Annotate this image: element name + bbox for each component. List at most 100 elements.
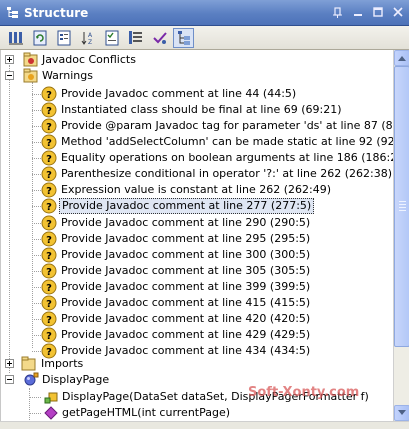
warning-item[interactable]: ? Instantiated class should be final at l… (1, 102, 393, 118)
svg-text:?: ? (46, 170, 52, 181)
folder-icon (21, 356, 37, 372)
tree-node-imports[interactable]: Imports (1, 356, 393, 372)
checklist-icon[interactable] (101, 28, 122, 48)
svg-text:?: ? (46, 331, 52, 342)
tree-guide-line (32, 206, 41, 208)
svg-text:?: ? (46, 138, 52, 149)
svg-text:?: ? (46, 235, 52, 246)
tree-view-icon[interactable] (173, 27, 194, 48)
sync-icon[interactable] (29, 28, 50, 48)
warning-label: Provide @param Javadoc tag for parameter… (61, 119, 393, 133)
warning-item[interactable]: ? Provide Javadoc comment at line 290 (29… (1, 215, 393, 231)
tree-node-warnings[interactable]: Warnings (1, 68, 393, 84)
collapse-toggle[interactable] (5, 375, 14, 384)
svg-text:?: ? (46, 90, 52, 101)
warning-label: Provide Javadoc comment at line 415 (415… (61, 295, 311, 309)
filter-icon[interactable] (125, 28, 146, 48)
warning-item[interactable]: ? Provide Javadoc comment at line 415 (41… (1, 295, 393, 311)
warning-label: Provide Javadoc comment at line 300 (300… (61, 247, 311, 261)
warning-icon: ? (41, 198, 57, 214)
class-icon (23, 372, 39, 388)
warning-label: Parenthesize conditional in operator '?:… (61, 167, 393, 181)
tree-guide-line (32, 335, 41, 337)
warning-icon: ? (41, 102, 57, 118)
warning-label: Provide Javadoc comment at line 305 (305… (61, 263, 311, 277)
tree-guide-line (32, 238, 41, 240)
horizontal-scrollbar[interactable] (0, 421, 409, 429)
warning-icon: ? (41, 247, 57, 263)
expand-toggle[interactable] (5, 359, 14, 368)
scroll-thumb[interactable] (394, 66, 409, 347)
warning-icon: ? (41, 263, 57, 279)
check-magic-icon[interactable] (149, 28, 170, 48)
warning-label: Provide Javadoc comment at line 429 (429… (61, 328, 311, 342)
warning-item[interactable]: ? Provide Javadoc comment at line 44 (44:… (1, 86, 393, 102)
warning-label: Instantiated class should be final at li… (61, 103, 342, 117)
warning-label: Method 'addSelectColumn' can be made sta… (61, 135, 393, 149)
warning-icon: ? (41, 215, 57, 231)
collapse-toggle[interactable] (5, 71, 14, 80)
warning-icon: ? (41, 279, 57, 295)
tree-node-member-method[interactable]: getPageHTML(int currentPage) (1, 405, 393, 421)
vertical-scrollbar[interactable] (393, 50, 409, 421)
tree-guide-line (29, 413, 41, 414)
tree-guide-line (32, 110, 41, 112)
close-icon[interactable] (391, 5, 405, 19)
warning-label: Equality operations on boolean arguments… (61, 151, 393, 165)
tree-guide-line (32, 351, 41, 353)
svg-text:?: ? (46, 122, 52, 133)
watermark: Soft-Xonty.com (248, 385, 360, 400)
structure-icon (6, 6, 19, 19)
tree-guide-line (32, 158, 41, 160)
scroll-up-arrow-icon[interactable] (394, 50, 409, 66)
pin-icon[interactable] (331, 5, 345, 19)
warning-label: Provide Javadoc comment at line 295 (295… (61, 231, 311, 245)
warning-item[interactable]: ? Provide Javadoc comment at line 295 (29… (1, 231, 393, 247)
tree-guide-line (32, 174, 41, 176)
scroll-down-arrow-icon[interactable] (394, 405, 409, 421)
warning-item[interactable]: ? Parenthesize conditional in operator '?… (1, 166, 393, 182)
expand-toggle[interactable] (5, 55, 14, 64)
sort-icon[interactable]: AZ (77, 28, 98, 48)
warning-icon: ? (41, 166, 57, 182)
tree-guide-line (32, 222, 41, 224)
svg-text:?: ? (46, 251, 52, 262)
tree-guide-line (32, 190, 41, 192)
warning-item[interactable]: ? Provide @param Javadoc tag for paramete… (1, 118, 393, 134)
warning-label: Expression value is constant at line 262… (61, 183, 332, 197)
svg-text:?: ? (46, 267, 52, 278)
warning-item[interactable]: ? Provide Javadoc comment at line 277 (27… (1, 198, 393, 215)
tree-node-label: getPageHTML(int currentPage) (62, 406, 231, 419)
svg-text:?: ? (46, 186, 52, 197)
warning-item[interactable]: ? Equality operations on boolean argument… (1, 150, 393, 166)
warning-item[interactable]: ? Provide Javadoc comment at line 305 (30… (1, 263, 393, 279)
minimize-icon[interactable] (351, 5, 365, 19)
warning-item[interactable]: ? Method 'addSelectColumn' can be made st… (1, 134, 393, 150)
svg-text:Z: Z (88, 39, 92, 46)
window-title: Structure (24, 5, 89, 20)
warning-label: Provide Javadoc comment at line 399 (399… (61, 279, 311, 293)
tree-guide-line (32, 318, 41, 320)
warning-icon: ? (41, 150, 57, 166)
layout-icon[interactable] (5, 28, 26, 48)
tree-node-label: Imports (41, 357, 84, 370)
warning-icon: ? (41, 327, 57, 343)
warning-item[interactable]: ? Provide Javadoc comment at line 429 (42… (1, 327, 393, 343)
method-icon (43, 405, 59, 421)
warning-icon: ? (41, 118, 57, 134)
maximize-icon[interactable] (371, 5, 385, 19)
warning-item[interactable]: ? Expression value is constant at line 26… (1, 182, 393, 198)
svg-text:?: ? (46, 106, 52, 117)
svg-text:?: ? (46, 154, 52, 165)
tree-node-label: Warnings (42, 69, 93, 82)
structure-tree: Javadoc Conflicts Warnings ? Provide Java… (0, 50, 393, 421)
title-bar: Structure (0, 0, 409, 26)
folder-warning-icon (23, 68, 39, 84)
svg-text:?: ? (46, 283, 52, 294)
show-details-icon[interactable] (53, 28, 74, 48)
warning-item[interactable]: ? Provide Javadoc comment at line 420 (42… (1, 311, 393, 327)
warning-label: Provide Javadoc comment at line 290 (290… (61, 215, 311, 229)
tree-node-javadoc-conflicts[interactable]: Javadoc Conflicts (1, 52, 393, 68)
warning-item[interactable]: ? Provide Javadoc comment at line 399 (39… (1, 279, 393, 295)
warning-item[interactable]: ? Provide Javadoc comment at line 300 (30… (1, 247, 393, 263)
